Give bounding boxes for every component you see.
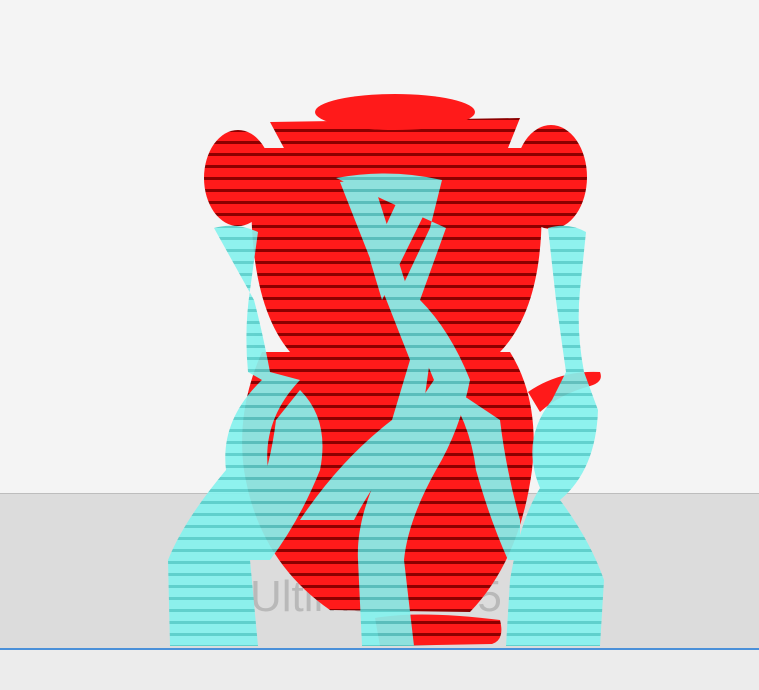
support-center-base — [378, 618, 408, 646]
3d-viewport[interactable]: Ultimaker S5 — [0, 0, 759, 690]
hat-brim — [258, 148, 530, 176]
hat-dome — [315, 94, 475, 130]
model-scene[interactable] — [0, 0, 759, 690]
